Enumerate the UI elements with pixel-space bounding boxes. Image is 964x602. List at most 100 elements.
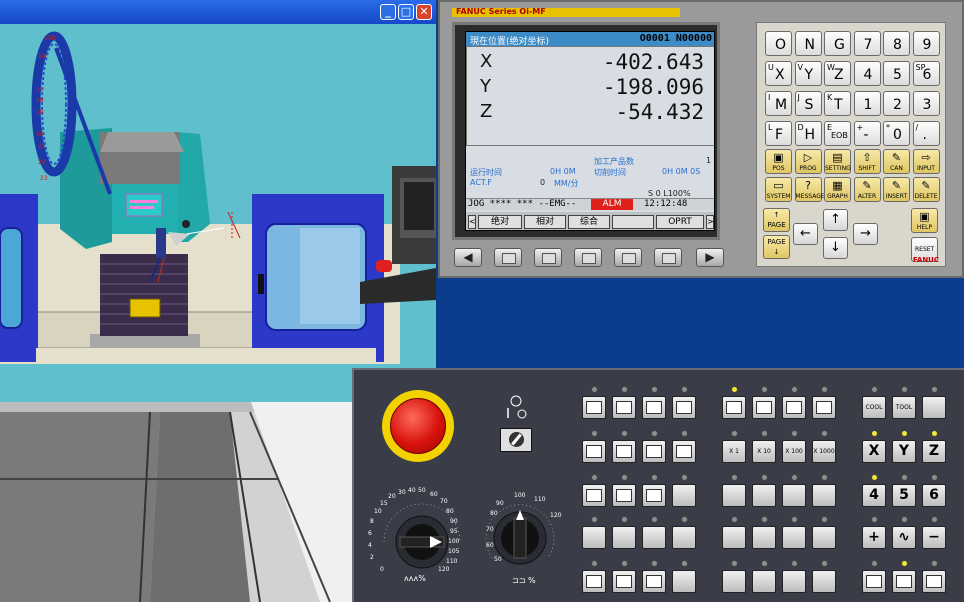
panel-axis-z-button[interactable]: Z xyxy=(922,440,946,463)
softkey-blank[interactable] xyxy=(612,215,654,229)
key-8[interactable]: 8 xyxy=(883,31,910,56)
panel-mode-button[interactable] xyxy=(582,484,606,507)
panel-mode-button[interactable] xyxy=(582,570,606,593)
soft-button-5[interactable] xyxy=(654,248,682,267)
panel-axis-y-button[interactable]: Y xyxy=(892,440,916,463)
key-t[interactable]: KT xyxy=(824,91,851,116)
softkey-prev[interactable]: < xyxy=(468,215,476,229)
cursor-right-key[interactable]: → xyxy=(853,223,878,245)
panel-tool-button[interactable]: TOOL xyxy=(892,396,916,419)
softkey-all[interactable]: 综合 xyxy=(568,215,610,229)
panel-blank-button[interactable] xyxy=(722,526,746,549)
key-5[interactable]: 5 xyxy=(883,61,910,86)
soft-left-button[interactable]: ◀ xyxy=(454,248,482,267)
panel-blank-button[interactable] xyxy=(582,526,606,549)
panel-plus-button[interactable]: + xyxy=(862,526,886,549)
soft-button-2[interactable] xyxy=(534,248,562,267)
cursor-down-key[interactable]: ↓ xyxy=(823,237,848,259)
panel-blank-button[interactable] xyxy=(672,526,696,549)
panel-blank-button[interactable] xyxy=(722,570,746,593)
panel-mode-button[interactable] xyxy=(892,570,916,593)
panel-mode-button[interactable] xyxy=(642,440,666,463)
softkey-absolute[interactable]: 绝对 xyxy=(478,215,522,229)
key-y[interactable]: VY xyxy=(794,61,822,86)
key-minus[interactable]: + - xyxy=(853,121,881,146)
panel-n6-button[interactable]: 6 xyxy=(922,484,946,507)
shift-key[interactable]: ⇧ SHIFT xyxy=(853,149,881,174)
panel-mode-button[interactable] xyxy=(752,396,776,419)
panel-blank-button[interactable] xyxy=(672,484,696,507)
cursor-up-key[interactable]: ↑ xyxy=(823,209,848,231)
panel-blank-button[interactable] xyxy=(782,484,806,507)
panel-mode-button[interactable] xyxy=(612,396,636,419)
panel-x1-button[interactable]: X 1 xyxy=(722,440,746,463)
key-x[interactable]: UX xyxy=(765,61,792,86)
panel-mode-button[interactable] xyxy=(672,396,696,419)
key-h[interactable]: DH xyxy=(794,121,822,146)
key-0[interactable]: * 0 xyxy=(883,121,910,146)
panel-mode-button[interactable] xyxy=(642,396,666,419)
panel-n5-button[interactable]: 5 xyxy=(892,484,916,507)
panel-mode-button[interactable] xyxy=(582,396,606,419)
panel-mode-button[interactable] xyxy=(922,570,946,593)
pos-key[interactable]: ▣ POS xyxy=(765,149,792,174)
prog-key[interactable]: ▷ PROG xyxy=(794,149,822,174)
alter-key[interactable]: ✎ ALTER xyxy=(853,177,881,202)
page-down-key[interactable]: PAGE ↓ xyxy=(763,235,790,259)
panel-axis-x-button[interactable]: X xyxy=(862,440,886,463)
panel-blank-button[interactable] xyxy=(922,396,946,419)
soft-button-1[interactable] xyxy=(494,248,522,267)
panel-blank-button[interactable] xyxy=(612,526,636,549)
spindle-override-dial[interactable] xyxy=(480,488,570,578)
panel-blank-button[interactable] xyxy=(782,526,806,549)
panel-blank-button[interactable] xyxy=(722,484,746,507)
panel-n4-button[interactable]: 4 xyxy=(862,484,886,507)
close-button[interactable]: ✕ xyxy=(416,4,432,20)
key-z[interactable]: WZ xyxy=(824,61,851,86)
message-key[interactable]: ? MESSAGE xyxy=(794,177,825,202)
soft-button-4[interactable] xyxy=(614,248,642,267)
panel-minus-button[interactable]: − xyxy=(922,526,946,549)
panel-blank-button[interactable] xyxy=(812,484,836,507)
panel-mode-button[interactable] xyxy=(642,484,666,507)
panel-blank-button[interactable] xyxy=(752,570,776,593)
panel-mode-button[interactable] xyxy=(612,484,636,507)
soft-right-button[interactable]: ▶ xyxy=(696,248,724,267)
panel-blank-button[interactable] xyxy=(812,570,836,593)
insert-key[interactable]: ✎ INSERT xyxy=(883,177,910,202)
setting-key[interactable]: ▤ SETTING xyxy=(824,149,851,174)
panel-mode-button[interactable] xyxy=(812,396,836,419)
panel-blank-button[interactable] xyxy=(812,526,836,549)
panel-x10-button[interactable]: X 10 xyxy=(752,440,776,463)
key-f[interactable]: LF xyxy=(765,121,792,146)
key-switch[interactable] xyxy=(500,428,532,452)
softkey-next[interactable]: > xyxy=(706,215,714,229)
panel-blank-button[interactable] xyxy=(642,526,666,549)
help-key[interactable]: ▣ HELP xyxy=(911,208,938,233)
can-key[interactable]: ✎ CAN xyxy=(883,149,910,174)
soft-button-3[interactable] xyxy=(574,248,602,267)
key-m[interactable]: IM xyxy=(765,91,792,116)
panel-mode-button[interactable] xyxy=(642,570,666,593)
panel-mode-button[interactable] xyxy=(672,440,696,463)
delete-key[interactable]: ✎ DELETE xyxy=(912,177,940,202)
key-4[interactable]: 4 xyxy=(853,61,881,86)
emergency-stop-button[interactable] xyxy=(390,398,446,454)
panel-cool-button[interactable]: COOL xyxy=(862,396,886,419)
panel-x1000-button[interactable]: X 1000 xyxy=(812,440,836,463)
key-o[interactable]: O xyxy=(765,31,792,56)
key-2[interactable]: 2 xyxy=(883,91,910,116)
key-7[interactable]: 7 xyxy=(853,31,881,56)
key-eob[interactable]: E EOB xyxy=(824,121,851,146)
panel-blank-button[interactable] xyxy=(672,570,696,593)
panel-mode-button[interactable] xyxy=(612,570,636,593)
key-9[interactable]: 9 xyxy=(912,31,940,56)
system-key[interactable]: ▭ SYSTEM xyxy=(765,177,792,202)
input-key[interactable]: ⇨ INPUT xyxy=(912,149,940,174)
softkey-relative[interactable]: 相对 xyxy=(524,215,566,229)
minimize-button[interactable]: _ xyxy=(380,4,396,20)
panel-mode-button[interactable] xyxy=(862,570,886,593)
panel-mode-button[interactable] xyxy=(612,440,636,463)
softkey-oprt[interactable]: OPRT xyxy=(656,215,704,229)
maximize-button[interactable]: □ xyxy=(398,4,414,20)
